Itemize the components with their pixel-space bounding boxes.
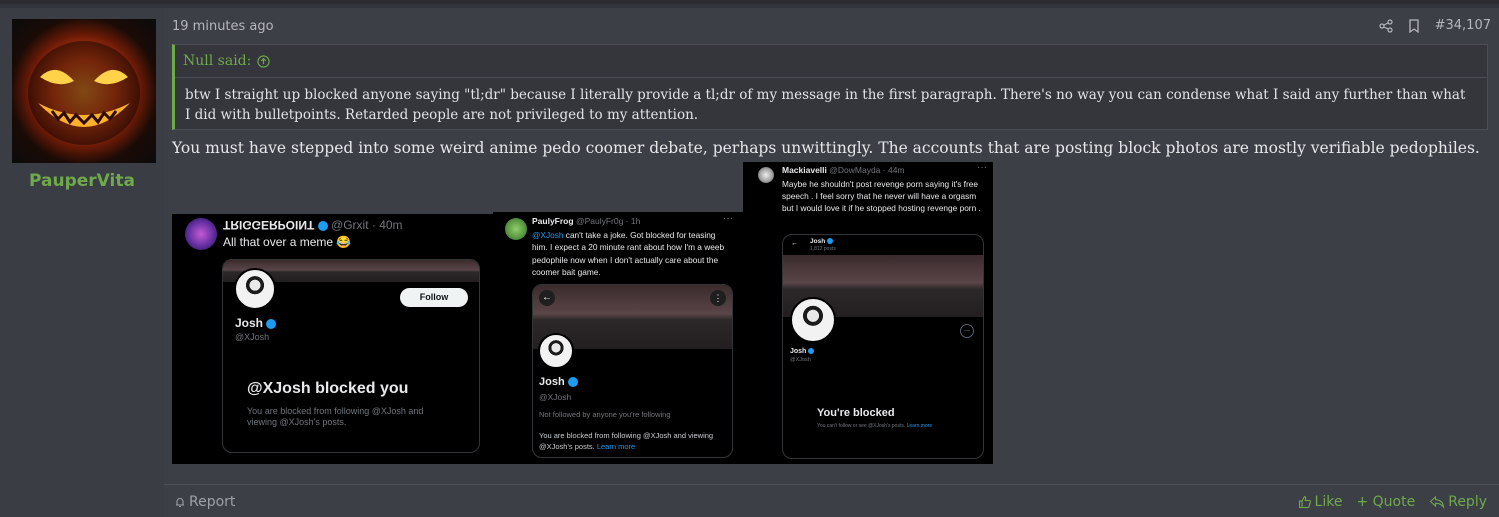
- reply-arrow-icon: [1429, 495, 1445, 509]
- username[interactable]: PauperVita: [0, 171, 164, 191]
- post-tools: #34,107: [1379, 18, 1491, 33]
- blocked-title: @XJosh blocked you: [247, 380, 409, 397]
- back-arrow-icon[interactable]: ←: [791, 240, 798, 247]
- reply-button[interactable]: Reply: [1429, 494, 1487, 510]
- verified-icon: [826, 238, 833, 245]
- triggerpoint-handle: @Grxit · 40m: [331, 218, 403, 232]
- post-number[interactable]: #34,107: [1435, 18, 1491, 33]
- avatar[interactable]: [12, 19, 156, 163]
- josh-handle: @XJosh: [790, 357, 811, 363]
- mini-name: Josh: [810, 238, 826, 245]
- josh-avatar: [790, 297, 836, 343]
- mackiavelli-name: Mackiavelli: [782, 165, 827, 175]
- josh-avatar: [538, 333, 574, 369]
- bookmark-icon[interactable]: [1407, 18, 1421, 33]
- josh-handle: @XJosh: [539, 392, 572, 402]
- post-main: 19 minutes ago #34,107 Null said: btw I …: [164, 8, 1499, 517]
- quote-text: btw I straight up blocked anyone saying …: [185, 87, 1466, 123]
- mackiavelli-text: Maybe he shouldn't post revenge porn say…: [782, 179, 981, 213]
- quote-button[interactable]: + Quote: [1356, 494, 1415, 510]
- thumbs-up-icon: [1298, 495, 1311, 509]
- share-icon[interactable]: [1379, 18, 1393, 33]
- mackiavelli-avatar: [758, 167, 774, 183]
- triggerpoint-avatar: [185, 218, 217, 250]
- paulyfrog-handle: @PaulyFr0g · 1h: [575, 216, 641, 226]
- triggerpoint-text: All that over a meme 😂: [223, 235, 352, 249]
- blocked-text: You can't follow or see @XJosh's posts.: [817, 423, 907, 429]
- post-actions: Like + Quote Reply: [1298, 494, 1487, 510]
- josh-profile-card-2: ← ⋮ Josh @XJosh Not followed by anyone y…: [532, 284, 733, 458]
- report-button[interactable]: Report: [174, 494, 235, 510]
- verified-icon: [567, 377, 578, 388]
- paulyfrog-name: PaulyFrog: [532, 216, 574, 226]
- blocked-text: You are blocked from following @XJosh an…: [247, 406, 424, 427]
- follow-button[interactable]: Follow: [400, 288, 468, 307]
- josh-avatar: [234, 268, 276, 310]
- more-icon[interactable]: ···: [977, 162, 987, 173]
- forum-post: PauperVita 19 minutes ago #34,107 Null s…: [0, 0, 1499, 517]
- quote-label: + Quote: [1356, 494, 1416, 510]
- verified-icon: [266, 318, 277, 329]
- blocked-title: You're blocked: [817, 407, 895, 419]
- josh-name: Josh: [235, 316, 264, 330]
- more-icon[interactable]: ⋮: [710, 290, 726, 306]
- back-arrow-icon[interactable]: ←: [539, 290, 555, 306]
- paulyfrog-avatar: [505, 218, 527, 240]
- post-message: You must have stepped into some weird an…: [172, 139, 1480, 157]
- josh-name: Josh: [539, 376, 565, 388]
- report-label: Report: [189, 494, 236, 510]
- post-footer: Report Like + Quote Reply: [164, 484, 1499, 517]
- like-label: Like: [1314, 494, 1343, 510]
- arrow-up-circle-icon[interactable]: [257, 54, 270, 68]
- josh-name: Josh: [790, 348, 807, 355]
- screenshot-paulyfrog[interactable]: PaulyFrog @PaulyFr0g · 1h ··· @XJosh can…: [493, 212, 743, 464]
- quote-divider: [175, 77, 1487, 78]
- josh-profile-card-1: Follow Josh @XJosh @XJosh blocked you Yo…: [222, 259, 480, 453]
- screenshot-triggerpoint[interactable]: TRIGGERPOINT @Grxit · 40m All that over …: [172, 214, 493, 464]
- not-followed-text: Not followed by anyone you're following: [539, 410, 671, 419]
- flaming-pumpkin-face-icon: [28, 41, 140, 145]
- verified-icon: [808, 348, 815, 355]
- more-icon[interactable]: ···: [723, 213, 733, 224]
- quote-header[interactable]: Null said:: [183, 53, 270, 69]
- learn-more-link[interactable]: Learn more: [907, 423, 933, 429]
- verified-icon: [317, 220, 328, 231]
- mackiavelli-handle: @DowMayda · 44m: [829, 165, 905, 175]
- josh-handle: @XJosh: [235, 332, 270, 342]
- mention-link[interactable]: @XJosh: [532, 230, 563, 240]
- more-icon[interactable]: ···: [960, 324, 974, 338]
- triggerpoint-name: TRIGGERPOINT: [223, 218, 315, 232]
- like-button[interactable]: Like: [1298, 494, 1343, 510]
- post-timestamp[interactable]: 19 minutes ago: [172, 19, 274, 34]
- reply-label: Reply: [1448, 494, 1487, 510]
- mini-posts: 1,812 posts: [810, 246, 836, 252]
- learn-more-link[interactable]: Learn more: [597, 442, 635, 451]
- screenshot-mackiavelli[interactable]: Mackiavelli @DowMayda · 44m ··· Maybe he…: [743, 162, 993, 464]
- embedded-screenshots: TRIGGERPOINT @Grxit · 40m All that over …: [172, 162, 993, 464]
- bell-icon: [176, 498, 184, 508]
- user-sidebar: PauperVita: [0, 8, 164, 517]
- quote-block: Null said: btw I straight up blocked any…: [172, 44, 1488, 130]
- quote-author[interactable]: Null said:: [183, 53, 251, 69]
- josh-profile-card-3: ← Josh 1,812 posts ··· Josh @XJosh You'r…: [782, 234, 984, 459]
